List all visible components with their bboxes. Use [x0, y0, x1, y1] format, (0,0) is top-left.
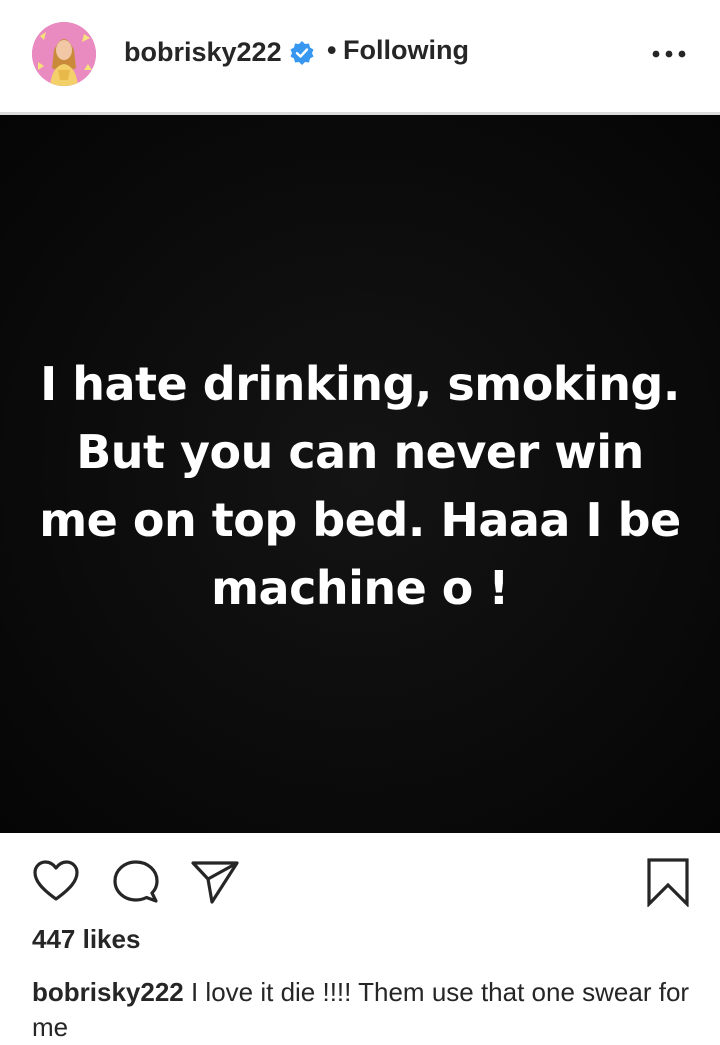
post-caption: bobrisky222 I love it die !!!! Them use …: [32, 975, 702, 1045]
post-text-block: I hate drinking, smoking. But you can ne…: [0, 350, 720, 622]
following-button[interactable]: Following: [343, 32, 469, 68]
post-text-line: me on top bed. Haaa I be: [39, 493, 681, 547]
separator-dot: •: [327, 35, 337, 65]
action-bar: [0, 833, 720, 923]
post-text-line: But you can never win: [76, 425, 644, 479]
profile-avatar[interactable]: [32, 22, 96, 86]
heart-icon[interactable]: [32, 859, 80, 903]
comment-icon[interactable]: [112, 859, 160, 905]
caption-username[interactable]: bobrisky222: [32, 977, 184, 1007]
username-link[interactable]: bobrisky222: [124, 34, 282, 70]
post-text-line: I hate drinking, smoking.: [40, 357, 680, 411]
verified-badge-icon: [290, 41, 314, 65]
likes-count[interactable]: 447 likes: [32, 922, 140, 956]
post-image[interactable]: I hate drinking, smoking. But you can ne…: [0, 115, 720, 833]
post-header: bobrisky222 • Following: [0, 0, 720, 112]
share-icon[interactable]: [190, 859, 240, 905]
post-text-line: machine o !: [211, 561, 509, 615]
more-options-icon[interactable]: [650, 48, 688, 60]
bookmark-icon[interactable]: [646, 857, 690, 907]
